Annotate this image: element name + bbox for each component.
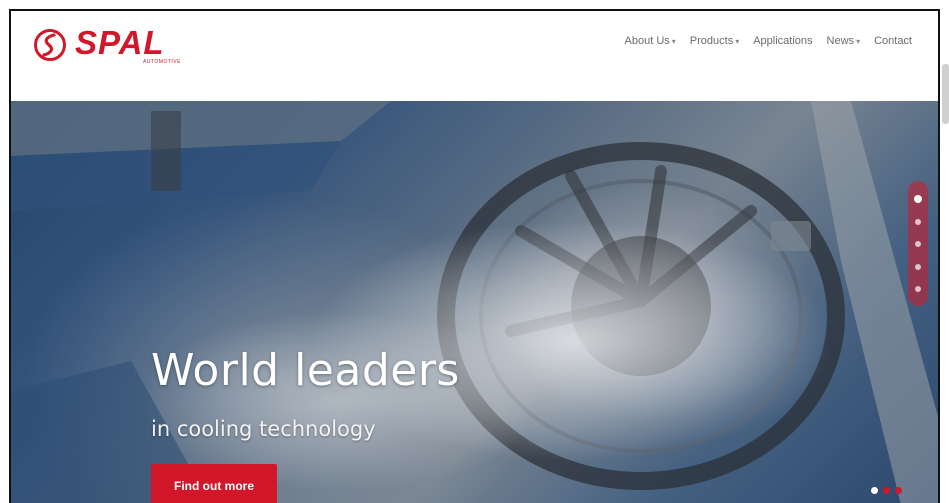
nav-item-label: Applications — [753, 35, 813, 47]
nav-item-applications[interactable]: Applications — [753, 35, 812, 47]
slide-dot[interactable] — [871, 487, 878, 494]
section-dot[interactable] — [914, 195, 922, 204]
nav-item-news[interactable]: News ▾ — [827, 35, 861, 47]
browser-viewport: SPAL AUTOMOTIVE About Us ▾ Products ▾ Ap… — [9, 9, 940, 503]
hero-background-image — [11, 101, 938, 503]
nav-item-about-us[interactable]: About Us ▾ — [625, 35, 676, 47]
hero-title: World leaders — [151, 345, 460, 396]
find-out-more-button[interactable]: Find out more — [151, 464, 277, 503]
section-dot[interactable] — [915, 241, 921, 248]
slider-pagination — [871, 487, 902, 494]
hero-subtitle: in cooling technology — [151, 417, 376, 441]
nav-item-label: About Us — [624, 35, 670, 47]
site-header: SPAL AUTOMOTIVE About Us ▾ Products ▾ Ap… — [11, 11, 938, 101]
section-dot[interactable] — [915, 219, 921, 226]
slide-dot[interactable] — [895, 487, 902, 494]
section-dot[interactable] — [915, 285, 921, 292]
hero-slider: World leaders in cooling technology Find… — [11, 101, 938, 503]
brand-name: SPAL — [75, 24, 165, 61]
section-navigation-dots — [908, 181, 928, 306]
nav-item-label: Contact — [874, 35, 912, 47]
nav-item-products[interactable]: Products ▾ — [690, 35, 739, 47]
nav-item-contact[interactable]: Contact — [874, 35, 912, 47]
spal-logo-icon — [34, 29, 66, 61]
nav-item-label: Products — [689, 35, 734, 47]
chevron-down-icon: ▾ — [735, 36, 740, 46]
main-nav: About Us ▾ Products ▾ Applications News … — [625, 35, 912, 47]
brand-subtitle: AUTOMOTIVE — [143, 59, 181, 65]
chevron-down-icon: ▾ — [671, 36, 676, 46]
chevron-down-icon: ▾ — [856, 36, 861, 46]
scrollbar-thumb[interactable] — [942, 64, 949, 124]
nav-item-label: News — [826, 35, 855, 47]
slide-dot[interactable] — [883, 487, 890, 494]
section-dot[interactable] — [915, 263, 921, 270]
